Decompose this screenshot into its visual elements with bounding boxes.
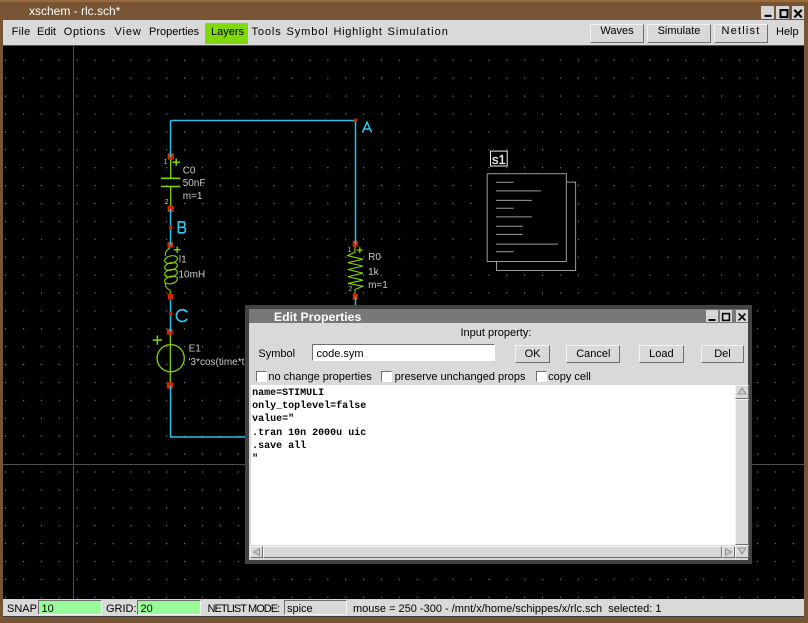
- svg-text:50nF: 50nF: [183, 178, 206, 189]
- svg-text:R0: R0: [368, 252, 381, 263]
- svg-text:E1: E1: [189, 343, 202, 354]
- svg-text:2: 2: [348, 284, 352, 293]
- svg-text:m=1: m=1: [183, 191, 203, 202]
- svg-text:1: 1: [348, 245, 352, 254]
- svg-text:1: 1: [164, 157, 168, 166]
- svg-text:10mH: 10mH: [179, 270, 206, 281]
- svg-text:C0: C0: [183, 166, 196, 177]
- svg-text:1k: 1k: [368, 267, 380, 278]
- svg-text:2: 2: [165, 197, 169, 206]
- svg-text:s1: s1: [492, 152, 506, 167]
- svg-text:l1: l1: [179, 254, 187, 265]
- svg-text:m=1: m=1: [368, 280, 388, 291]
